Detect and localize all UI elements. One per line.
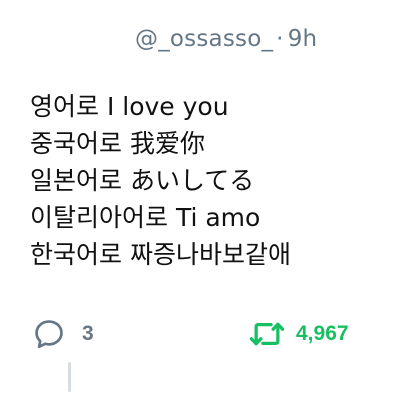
tweet-line-chinese: 중국어로 我爱你: [30, 129, 205, 158]
reply-icon[interactable]: [32, 317, 66, 351]
tweet-line-japanese: 일본어로 あいしてる: [30, 166, 255, 195]
retweet-button[interactable]: 4,967: [248, 314, 349, 354]
retweet-icon[interactable]: [248, 317, 286, 351]
user-handle[interactable]: @_ossasso_: [135, 26, 273, 52]
header-separator: ·: [276, 26, 284, 52]
reply-button[interactable]: 3: [32, 314, 94, 354]
tweet-text: 영어로 I love you 중국어로 我爱你 일본어로 あいしてる 이탈리아어…: [30, 88, 390, 273]
tweet-card: @_ossasso_ · 9h 영어로 I love you 중국어로 我爱你 일본…: [0, 0, 400, 400]
tweet-line-italian: 이탈리아어로 Ti amo: [30, 203, 261, 232]
tweet-line-korean: 한국어로 짜증나바보같애: [30, 240, 291, 269]
tweet-actions: 3 4,967: [30, 314, 390, 354]
tweet-header: @_ossasso_ · 9h: [135, 26, 317, 52]
reply-count: 3: [82, 322, 94, 345]
tweet-timestamp[interactable]: 9h: [288, 26, 318, 52]
tweet-line-english: 영어로 I love you: [30, 92, 229, 121]
retweet-count: 4,967: [296, 322, 349, 345]
thread-connector-line: [68, 362, 71, 392]
